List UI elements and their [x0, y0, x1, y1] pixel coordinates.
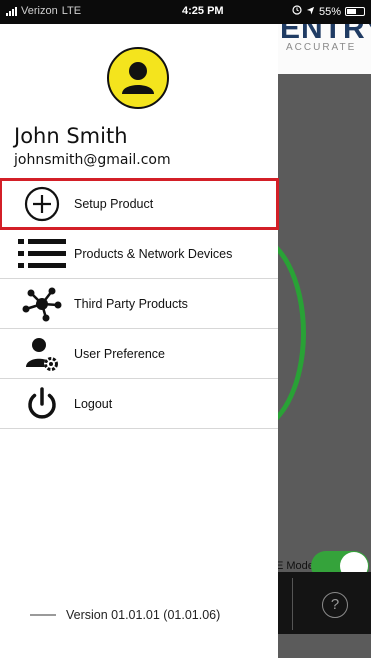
network-nodes-icon	[18, 284, 66, 324]
menu-item-label: Setup Product	[74, 196, 154, 211]
menu-item-products-network-devices[interactable]: Products & Network Devices	[0, 229, 278, 279]
drawer-menu: Setup Product Products & Network Devices	[0, 178, 279, 429]
carrier-label: Verizon	[21, 5, 58, 17]
user-gear-icon	[18, 334, 66, 374]
location-icon	[306, 6, 315, 18]
clock: 4:25 PM	[182, 5, 224, 17]
status-bar: Verizon LTE 4:25 PM 55%	[0, 0, 371, 24]
background-bottom-divider	[292, 578, 293, 630]
version-footer: Version 01.01.01 (01.01.06)	[30, 608, 220, 622]
background-mode-label: E Mode	[276, 560, 314, 572]
menu-item-user-preference[interactable]: User Preference	[0, 329, 278, 379]
user-email: johnsmith@gmail.com	[14, 152, 171, 168]
menu-item-third-party-products[interactable]: Third Party Products	[0, 279, 278, 329]
signal-icon	[6, 6, 17, 16]
version-label: Version 01.01.01 (01.01.06)	[66, 608, 221, 622]
list-icon	[18, 234, 66, 274]
status-left: Verizon LTE	[6, 5, 81, 17]
plus-circle-icon	[18, 184, 66, 224]
avatar[interactable]	[107, 47, 169, 109]
menu-item-label: Logout	[74, 396, 113, 411]
background-logo-subtitle: ACCURATE	[286, 42, 357, 53]
help-icon[interactable]: ?	[322, 592, 348, 618]
menu-item-label: User Preference	[74, 346, 166, 361]
user-name: John Smith	[14, 124, 128, 148]
user-silhouette-icon	[122, 62, 154, 94]
menu-item-label: Products & Network Devices	[74, 246, 233, 261]
navigation-drawer: John Smith johnsmith@gmail.com Setup Pro…	[0, 24, 279, 658]
network-label: LTE	[61, 5, 82, 17]
status-right: 55%	[292, 5, 365, 18]
alarm-icon	[292, 5, 302, 18]
menu-item-setup-product[interactable]: Setup Product	[0, 178, 279, 230]
menu-item-label: Third Party Products	[74, 296, 188, 311]
background-bottom-bar	[262, 572, 371, 634]
battery-percent: 55%	[318, 5, 341, 18]
menu-item-logout[interactable]: Logout	[0, 379, 278, 429]
power-icon	[18, 384, 66, 424]
divider	[30, 614, 56, 616]
battery-icon	[345, 7, 365, 16]
